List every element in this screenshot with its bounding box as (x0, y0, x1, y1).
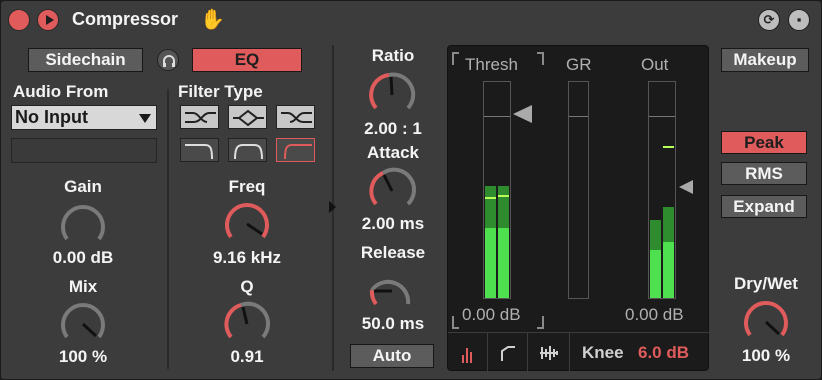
low-shelf-icon (185, 144, 213, 160)
filter-bandpass-button[interactable] (228, 105, 267, 129)
high-shelf-icon (284, 144, 312, 160)
out-meter-bar-right (663, 82, 674, 298)
attack-knob[interactable] (367, 166, 417, 212)
hand-icon[interactable]: ✋ (200, 7, 225, 32)
gain-knob[interactable] (58, 201, 108, 247)
thresh-peak-marker (485, 197, 496, 199)
attack-label: Attack (367, 143, 419, 162)
threshold-slider-icon[interactable] (511, 103, 533, 125)
release-knob[interactable] (367, 266, 417, 312)
ratio-label: Ratio (371, 46, 415, 65)
filter-bell-button[interactable] (228, 138, 267, 162)
curve-icon (501, 346, 515, 361)
eq-button[interactable]: EQ (192, 48, 302, 72)
chevron-down-icon (139, 114, 151, 123)
tab-activity-view[interactable] (448, 333, 488, 373)
filter-lowpass-button[interactable] (180, 105, 219, 129)
makeup-button[interactable]: Makeup (721, 48, 809, 72)
thresh-peak-marker (498, 195, 509, 197)
mix-value: 100 % (58, 347, 108, 366)
drywet-label: Dry/Wet (734, 274, 798, 293)
out-value: 0.00 dB (625, 305, 684, 324)
compressor-device: Compressor ✋ ⟳ ▪ Sidechain EQ Audio From… (0, 0, 822, 380)
activity-icon (462, 348, 472, 363)
hot-swap-icon[interactable]: ⟳ (758, 9, 780, 31)
freq-knob[interactable] (222, 199, 272, 245)
peak-button[interactable]: Peak (721, 131, 807, 154)
release-value: 50.0 ms (361, 314, 425, 333)
freq-label: Freq (228, 177, 266, 196)
gr-label: GR (566, 55, 592, 74)
ratio-knob[interactable] (367, 70, 417, 116)
tab-transfer-curve[interactable] (488, 333, 528, 373)
thresh-label: Thresh (465, 55, 518, 74)
drywet-knob[interactable] (741, 297, 791, 343)
q-knob[interactable] (222, 299, 272, 345)
ratio-value: 2.00 : 1 (364, 119, 422, 138)
audio-from-label: Audio From (13, 82, 109, 101)
filter-highpass-button[interactable] (276, 105, 315, 129)
gain-value: 0.00 dB (52, 248, 114, 267)
filter-high-shelf-button[interactable] (276, 138, 315, 162)
gr-meter (568, 81, 589, 299)
display-tabbar: Knee 6.0 dB (448, 332, 710, 373)
audio-from-value: No Input (15, 107, 88, 127)
play-icon[interactable] (37, 9, 59, 31)
lowpass-icon (185, 112, 216, 123)
attack-value: 2.00 ms (361, 214, 425, 233)
out-peak-marker (663, 146, 674, 148)
headphones-icon[interactable] (157, 49, 179, 71)
waveform-icon (540, 346, 558, 360)
expand-button[interactable]: Expand (721, 195, 807, 218)
sidechain-button[interactable]: Sidechain (28, 48, 143, 72)
save-icon[interactable]: ▪ (788, 9, 810, 31)
makeup-level-icon (679, 180, 693, 194)
power-icon[interactable] (8, 9, 30, 31)
tab-waveform[interactable] (528, 333, 570, 373)
thresh-meter-bar-right (498, 82, 509, 298)
auto-release-button[interactable]: Auto (350, 344, 434, 368)
device-titlebar: Compressor ✋ ⟳ ▪ (1, 1, 822, 41)
mix-knob[interactable] (58, 299, 108, 345)
collapse-arrow-icon[interactable] (329, 201, 336, 213)
freq-value: 9.16 kHz (212, 248, 282, 267)
knee-value[interactable]: 6.0 dB (638, 343, 689, 363)
drywet-value: 100 % (741, 346, 791, 365)
gr-line (569, 116, 588, 117)
release-label: Release (360, 243, 426, 262)
audio-from-channel-select[interactable] (11, 138, 157, 163)
rms-button[interactable]: RMS (721, 162, 807, 185)
filter-type-label: Filter Type (178, 82, 263, 101)
compressor-display: Thresh GR Out 0.00 dB 0.00 dB Knee 6.0 d… (447, 45, 710, 373)
q-value: 0.91 (230, 347, 264, 366)
bell-icon (234, 144, 263, 160)
device-title: Compressor (72, 9, 179, 29)
audio-from-select[interactable]: No Input (11, 105, 157, 130)
bandpass-icon (233, 109, 264, 127)
knee-label: Knee (582, 343, 624, 362)
out-label: Out (641, 55, 669, 74)
highpass-icon (281, 112, 312, 123)
thresh-meter[interactable] (483, 81, 511, 299)
thresh-value[interactable]: 0.00 dB (462, 305, 521, 325)
out-meter-bar-left (650, 82, 661, 298)
filter-low-shelf-button[interactable] (180, 138, 219, 162)
out-meter[interactable] (648, 81, 676, 299)
q-label: Q (240, 277, 254, 296)
divider (167, 89, 169, 369)
thresh-meter-bar-left (485, 82, 496, 298)
gain-label: Gain (64, 177, 102, 196)
mix-label: Mix (68, 277, 98, 296)
